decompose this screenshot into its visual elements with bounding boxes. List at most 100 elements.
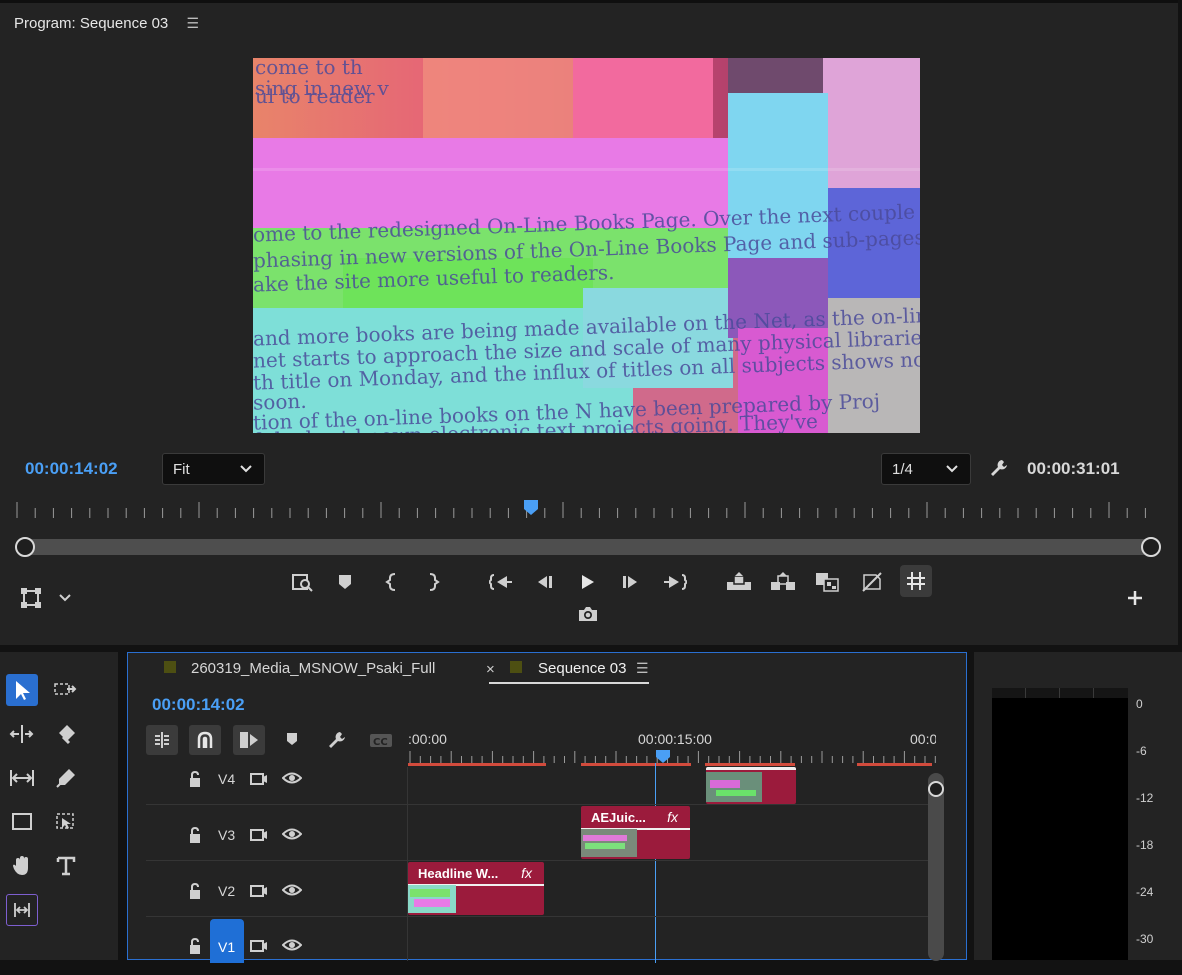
track-label-v3[interactable]: V3 — [218, 827, 235, 843]
eye-icon[interactable] — [281, 938, 303, 957]
audio-meters-panel: 0 -6 -12 -18 -24 -30 — [974, 652, 1182, 960]
add-marker-icon[interactable] — [284, 731, 300, 752]
eye-icon[interactable] — [281, 883, 303, 902]
playback-resolution-dropdown[interactable]: 1/4 — [881, 453, 971, 485]
clip-aejuice[interactable]: AEJuic... fx — [581, 806, 690, 859]
step-forward-icon[interactable] — [617, 569, 643, 595]
zoom-level-dropdown[interactable]: Fit — [162, 453, 265, 485]
timeline-ruler[interactable] — [408, 749, 938, 769]
eye-icon[interactable] — [281, 771, 303, 790]
go-to-out-icon[interactable] — [662, 569, 688, 595]
snap-magnet-icon[interactable] — [189, 725, 221, 755]
playback-resolution-value: 1/4 — [892, 461, 913, 478]
go-to-in-icon[interactable] — [488, 569, 514, 595]
remix-tool-icon[interactable] — [50, 806, 82, 838]
step-back-icon[interactable] — [532, 569, 558, 595]
mark-in-icon[interactable] — [380, 569, 406, 595]
track-label-v4[interactable]: V4 — [218, 771, 235, 787]
clip-fx-badge[interactable]: fx — [667, 809, 678, 825]
tab-sequence-03[interactable]: Sequence 03 — [538, 660, 626, 677]
timeline-settings-wrench-icon[interactable] — [326, 729, 348, 756]
chevron-down-icon[interactable] — [52, 585, 78, 611]
toggle-proxies-icon[interactable] — [859, 569, 885, 595]
mark-out-icon[interactable] — [419, 569, 445, 595]
snap-in-program-monitor-icon[interactable] — [900, 565, 932, 597]
program-monitor-panel: Program: Sequence 03 ☰ come to th sing i… — [0, 0, 1178, 645]
video-preview: come to th sing in new v ul to reader om… — [253, 58, 920, 433]
playhead-timecode[interactable]: 00:00:14:02 — [25, 459, 118, 479]
lift-icon[interactable] — [726, 569, 752, 595]
track-label-v1[interactable]: V1 — [218, 939, 235, 955]
timeline-timecode[interactable]: 00:00:14:02 — [152, 695, 245, 715]
settings-wrench-icon[interactable] — [988, 457, 1010, 484]
captions-icon[interactable]: CC — [368, 731, 394, 754]
meter-scale-label: -6 — [1136, 744, 1147, 758]
extract-icon[interactable] — [770, 569, 796, 595]
export-frame-compare-icon[interactable] — [814, 569, 840, 595]
sequence-color-swatch — [164, 661, 176, 673]
timeline-panel: 260319_Media_MSNOW_Psaki_Full × Sequence… — [127, 652, 967, 963]
chevron-down-icon — [946, 465, 958, 473]
audio-meter-bars — [992, 688, 1128, 960]
active-tab-underline — [489, 682, 649, 684]
panel-title: Program: Sequence 03 ☰ — [14, 15, 199, 32]
meter-scale-label: 0 — [1136, 697, 1143, 711]
lock-icon[interactable] — [188, 882, 202, 905]
hand-tool-icon[interactable] — [6, 850, 38, 882]
sync-lock-icon[interactable] — [250, 771, 268, 792]
rectangle-tool-icon[interactable] — [6, 806, 38, 838]
monitor-playhead[interactable] — [523, 499, 539, 522]
panel-menu-icon[interactable]: ☰ — [186, 15, 199, 31]
scroll-handle-right[interactable] — [1141, 537, 1161, 557]
ruler-label: :00:00 — [408, 731, 447, 747]
clip-fx-badge[interactable]: fx — [521, 865, 532, 881]
pen-tool-icon[interactable] — [50, 762, 82, 794]
sync-lock-icon[interactable] — [250, 827, 268, 848]
meter-scale-label: -24 — [1136, 885, 1154, 899]
insert-nest-icon[interactable] — [146, 725, 178, 755]
sync-lock-icon[interactable] — [250, 938, 268, 959]
zoom-scroll-bar[interactable] — [15, 537, 1161, 557]
clip-thumbnail — [581, 829, 637, 857]
clip-title: Headline W... — [418, 866, 499, 881]
track-label-v2[interactable]: V2 — [218, 883, 235, 899]
razor-tool-icon[interactable] — [50, 718, 82, 750]
track-header-v4: V4 — [128, 759, 408, 815]
export-frame-camera-icon[interactable] — [575, 601, 601, 627]
clip-title: AEJuic... — [591, 810, 646, 825]
close-tab-icon[interactable]: × — [486, 661, 495, 678]
lock-icon[interactable] — [188, 770, 202, 793]
play-icon[interactable] — [574, 569, 600, 595]
clip-headline[interactable]: Headline W... fx — [408, 862, 544, 915]
button-editor-plus-icon[interactable] — [1122, 585, 1148, 611]
tab-psaki-sequence[interactable]: 260319_Media_MSNOW_Psaki_Full — [191, 660, 435, 677]
panel-menu-icon[interactable]: ☰ — [636, 660, 649, 677]
video-frame: come to th sing in new v ul to reader om… — [253, 58, 920, 433]
lock-icon[interactable] — [188, 826, 202, 849]
generative-extend-tool-icon[interactable] — [6, 894, 38, 926]
slip-tool-icon[interactable] — [6, 762, 38, 794]
linked-selection-icon[interactable] — [233, 725, 265, 755]
safe-margins-icon[interactable] — [18, 585, 44, 611]
timeline-vertical-scrollbar[interactable] — [928, 773, 944, 961]
track-header-v1: V1 — [128, 919, 408, 975]
lock-icon[interactable] — [188, 937, 202, 960]
selection-tool-icon[interactable] — [6, 674, 38, 706]
sync-lock-icon[interactable] — [250, 883, 268, 904]
eye-icon[interactable] — [281, 827, 303, 846]
video-text-line: ul to reader — [255, 84, 375, 108]
track-header-v3: V3 — [128, 815, 408, 871]
meter-scale-label: -12 — [1136, 791, 1154, 805]
clip-thumbnail — [706, 772, 762, 802]
clip-v4[interactable] — [706, 767, 796, 804]
scroll-handle-top[interactable] — [928, 781, 944, 797]
sequence-color-swatch — [510, 661, 522, 673]
monitor-time-ruler[interactable] — [15, 500, 1155, 520]
zoom-to-sequence-icon[interactable] — [289, 569, 315, 595]
ripple-edit-tool-icon[interactable] — [6, 718, 38, 750]
add-marker-icon[interactable] — [332, 569, 358, 595]
timeline-playhead[interactable] — [655, 749, 671, 770]
scroll-handle-left[interactable] — [15, 537, 35, 557]
track-select-forward-tool-icon[interactable] — [50, 674, 82, 706]
type-tool-icon[interactable] — [50, 850, 82, 882]
